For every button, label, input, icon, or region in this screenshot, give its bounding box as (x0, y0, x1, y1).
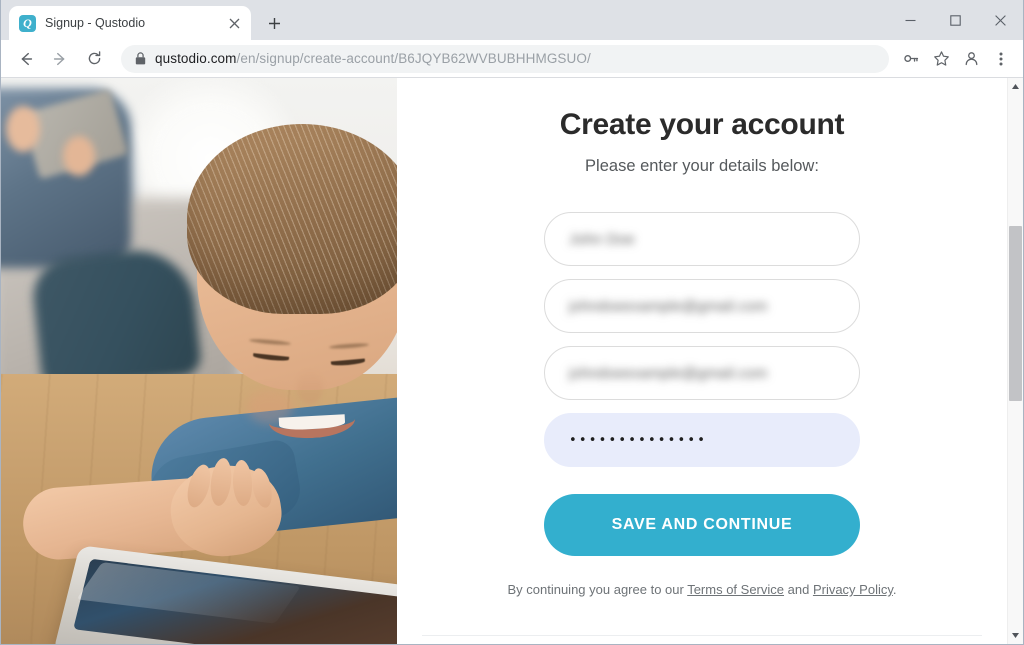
tab-title: Signup - Qustodio (45, 16, 146, 30)
profile-avatar-icon[interactable] (957, 45, 985, 73)
close-window-button[interactable] (978, 4, 1023, 36)
new-tab-button[interactable] (260, 9, 288, 37)
scroll-up-arrow-icon[interactable] (1008, 78, 1024, 95)
tab-strip: Q Signup - Qustodio (1, 0, 1023, 40)
lock-icon (135, 52, 146, 65)
key-icon[interactable] (897, 45, 925, 73)
reload-icon[interactable] (79, 44, 109, 74)
star-icon[interactable] (927, 45, 955, 73)
url-domain: qustodio.com (155, 51, 237, 66)
browser-window: Q Signup - Qustodio qustodio.com/en/sign… (0, 0, 1024, 645)
url-path: /en/signup/create-account/B6JQYB62WVBUBH… (236, 51, 591, 66)
confirm-email-value: johndoeexample@gmail.com (569, 364, 768, 382)
url-text: qustodio.com/en/signup/create-account/B6… (155, 51, 591, 66)
password-value: •••••••••••••• (569, 432, 708, 448)
page-subtitle: Please enter your details below: (585, 157, 819, 175)
back-arrow-icon[interactable] (11, 44, 41, 74)
browser-tab[interactable]: Q Signup - Qustodio (9, 6, 251, 40)
tab-close-icon[interactable] (225, 14, 243, 32)
minimize-button[interactable] (888, 4, 933, 36)
legal-suffix: . (892, 582, 897, 597)
scroll-down-arrow-icon[interactable] (1008, 627, 1024, 644)
vertical-scrollbar[interactable] (1007, 78, 1023, 644)
window-controls (888, 0, 1023, 40)
scrollbar-thumb[interactable] (1009, 226, 1022, 401)
legal-text: By continuing you agree to our Terms of … (507, 582, 896, 597)
three-dot-menu-icon[interactable] (987, 45, 1015, 73)
browser-toolbar: qustodio.com/en/signup/create-account/B6… (1, 40, 1023, 78)
legal-prefix: By continuing you agree to our (507, 582, 688, 597)
save-and-continue-button[interactable]: SAVE AND CONTINUE (544, 494, 860, 556)
qustodio-favicon-icon: Q (19, 14, 36, 32)
bottom-divider (422, 635, 982, 636)
confirm-email-input[interactable]: johndoeexample@gmail.com (544, 346, 860, 400)
email-input[interactable]: johndoeexample@gmail.com (544, 279, 860, 333)
page-title: Create your account (559, 108, 845, 141)
privacy-policy-link[interactable]: Privacy Policy (813, 582, 893, 597)
page-viewport: Create your account Please enter your de… (1, 78, 1023, 644)
full-name-input[interactable]: John Doe (544, 212, 860, 266)
address-bar[interactable]: qustodio.com/en/signup/create-account/B6… (121, 44, 889, 73)
forward-arrow-icon[interactable] (45, 44, 75, 74)
legal-middle: and (784, 582, 813, 597)
password-input[interactable]: •••••••••••••• (544, 413, 860, 467)
hero-image (1, 78, 397, 644)
page-content: Create your account Please enter your de… (1, 78, 1007, 644)
email-value: johndoeexample@gmail.com (569, 297, 768, 315)
maximize-button[interactable] (933, 4, 978, 36)
full-name-value: John Doe (569, 230, 635, 248)
form-fields: John Doe johndoeexample@gmail.com johndo… (544, 212, 860, 467)
signup-form-panel: Create your account Please enter your de… (397, 78, 1007, 644)
terms-of-service-link[interactable]: Terms of Service (687, 582, 784, 597)
